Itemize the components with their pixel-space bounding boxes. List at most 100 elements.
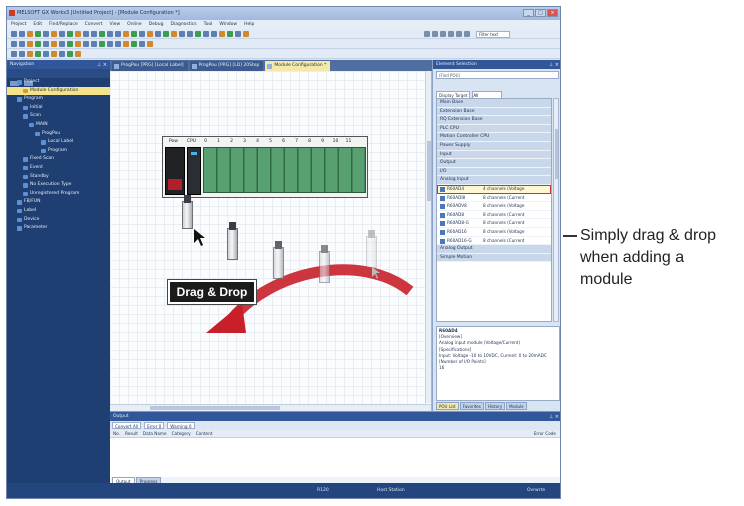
nav-item[interactable]: Standby xyxy=(7,173,110,182)
tab-progpou-ladder[interactable]: ProgPou [PRG] [LD] 20Step xyxy=(189,61,264,71)
mouse-cursor-icon xyxy=(194,229,205,246)
element-category[interactable]: I/O xyxy=(437,167,551,177)
element-category[interactable]: Analog Output xyxy=(437,245,551,254)
output-pane: Output ⊥ × Convert All Error 0 Warning 0… xyxy=(110,411,560,485)
nav-item[interactable]: Device xyxy=(7,216,110,225)
column-category[interactable]: Category xyxy=(172,430,191,437)
nav-item[interactable]: Program xyxy=(7,147,110,156)
tree-folder-icon xyxy=(41,140,46,145)
ladder-icon xyxy=(191,63,197,69)
tab-favorites[interactable]: Favorites xyxy=(459,402,484,410)
module-item[interactable]: R60ADV8 8 channels (Voltage xyxy=(437,202,551,211)
toolbar-search-input[interactable]: Filter text xyxy=(476,31,510,38)
maximize-button[interactable]: □ xyxy=(535,9,546,17)
nav-item[interactable]: MAIN xyxy=(7,121,110,130)
pin-icon[interactable]: ⊥ × xyxy=(97,61,107,70)
nav-item[interactable]: Local Label xyxy=(7,138,110,147)
column-result[interactable]: Result xyxy=(125,430,138,437)
callout-connector xyxy=(563,235,577,237)
module-item-selected[interactable]: R60AD4 4 channels (Voltage xyxy=(437,184,551,194)
tree-folder-icon xyxy=(23,88,28,94)
nav-item[interactable]: Project xyxy=(7,78,110,87)
element-category[interactable]: PLC CPU xyxy=(437,124,551,134)
module-configuration-canvas[interactable]: Pow CPU 0 1 2 3 4 5 6 7 8 9 10 11 Drag & Drop xyxy=(110,71,432,411)
column-content[interactable]: Content xyxy=(196,430,213,437)
module-name: R60AD16-G xyxy=(447,237,472,243)
toolbar-icons[interactable] xyxy=(11,41,153,47)
convert-all-button[interactable]: Convert All xyxy=(112,422,142,429)
toolbar-icons-right[interactable] xyxy=(424,31,470,37)
module-item[interactable]: R60AD8-G 8 channels (Current xyxy=(437,219,551,228)
tree-folder-icon xyxy=(23,183,28,188)
menu-edit[interactable]: Edit xyxy=(33,20,42,29)
menu-project[interactable]: Project xyxy=(11,20,26,29)
tab-module-configuration[interactable]: Module Configuration * xyxy=(265,61,331,71)
nav-item[interactable]: Label xyxy=(7,207,110,216)
warning-filter-button[interactable]: Warning 0 xyxy=(167,422,195,429)
element-category[interactable]: Output xyxy=(437,159,551,168)
pin-icon[interactable]: ⊥ × xyxy=(549,413,559,422)
module-item[interactable]: R60AD16-G 8 channels (Current xyxy=(437,237,551,246)
element-list-scrollbar[interactable] xyxy=(553,98,559,322)
element-category[interactable]: RQ Extension Base xyxy=(437,116,551,125)
dragged-module[interactable] xyxy=(182,195,193,229)
tab-module[interactable]: Module xyxy=(506,402,527,410)
menu-help[interactable]: Help xyxy=(244,20,254,29)
tree-folder-icon xyxy=(17,217,22,222)
tab-progpou-local-label[interactable]: ProgPou [PRG] [Local Label] xyxy=(112,61,188,71)
tab-pou-list[interactable]: POU List xyxy=(436,402,459,410)
status-mode: Ovrwrte xyxy=(527,488,546,493)
status-bar: R120 Host Station Ovrwrte xyxy=(7,483,560,498)
column-no[interactable]: No. xyxy=(113,430,120,437)
nav-item-label: Program xyxy=(24,96,43,102)
menu-find-replace[interactable]: Find/Replace xyxy=(49,20,78,29)
output-toolbar: Convert All Error 0 Warning 0 xyxy=(110,421,560,430)
minimize-button[interactable]: _ xyxy=(523,9,534,17)
nav-item[interactable]: Module Configuration xyxy=(7,86,110,96)
nav-item[interactable]: FB/FUN xyxy=(7,198,110,207)
canvas-horizontal-scrollbar[interactable] xyxy=(110,404,431,411)
nav-item[interactable]: Program xyxy=(7,95,110,104)
nav-item[interactable]: Event xyxy=(7,164,110,173)
nav-item[interactable]: Unregistered Program xyxy=(7,190,110,199)
nav-item[interactable]: No Execution Type xyxy=(7,181,110,190)
nav-item[interactable]: ProgPou xyxy=(7,130,110,139)
element-search-input[interactable]: (Find POU) xyxy=(436,71,559,79)
column-data-name[interactable]: Data Name xyxy=(143,430,167,437)
menu-debug[interactable]: Debug xyxy=(149,20,164,29)
menu-convert[interactable]: Convert xyxy=(85,20,103,29)
close-button[interactable]: × xyxy=(547,9,558,17)
element-category[interactable]: Motion Controller CPU xyxy=(437,133,551,142)
menu-view[interactable]: View xyxy=(109,20,120,29)
column-error-code[interactable]: Error Code xyxy=(534,430,556,438)
menu-window[interactable]: Window xyxy=(219,20,237,29)
element-category[interactable]: Input xyxy=(437,150,551,160)
tab-history[interactable]: History xyxy=(484,402,506,410)
element-category[interactable]: Analog Input xyxy=(437,176,551,185)
navigation-toolbar[interactable] xyxy=(7,69,110,86)
nav-item[interactable]: Parameter xyxy=(7,224,110,233)
canvas-vertical-scrollbar[interactable] xyxy=(425,71,431,403)
pin-icon[interactable]: ⊥ × xyxy=(549,61,559,70)
toolbar-icons[interactable] xyxy=(11,51,81,57)
nav-item-label: Fixed Scan xyxy=(30,156,55,162)
module-item[interactable]: R60AD16 8 channels (Voltage xyxy=(437,228,551,237)
tree-folder-icon xyxy=(17,80,22,85)
module-item[interactable]: R60ADI8 8 channels (Current xyxy=(437,194,551,203)
toolbar-icons[interactable] xyxy=(11,31,249,37)
menu-tool[interactable]: Tool xyxy=(204,20,213,29)
element-toolbar[interactable] xyxy=(436,81,559,96)
menu-online[interactable]: Online xyxy=(127,20,142,29)
module-item[interactable]: R60AD8 8 channels (Current xyxy=(437,211,551,220)
module-description: 4 channels (Voltage xyxy=(483,185,525,191)
nav-item[interactable]: Scan xyxy=(7,112,110,121)
drag-arrow xyxy=(194,229,414,333)
element-category[interactable]: Extension Base xyxy=(437,107,551,117)
element-category[interactable]: Simple Motion xyxy=(437,253,551,263)
menu-diagnostics[interactable]: Diagnostics xyxy=(170,20,196,29)
error-filter-button[interactable]: Error 0 xyxy=(144,422,165,429)
nav-item[interactable]: Initial xyxy=(7,104,110,113)
nav-item[interactable]: Fixed Scan xyxy=(7,155,110,164)
element-category[interactable]: Main Base xyxy=(437,99,551,108)
element-category[interactable]: Power Supply xyxy=(437,141,551,151)
